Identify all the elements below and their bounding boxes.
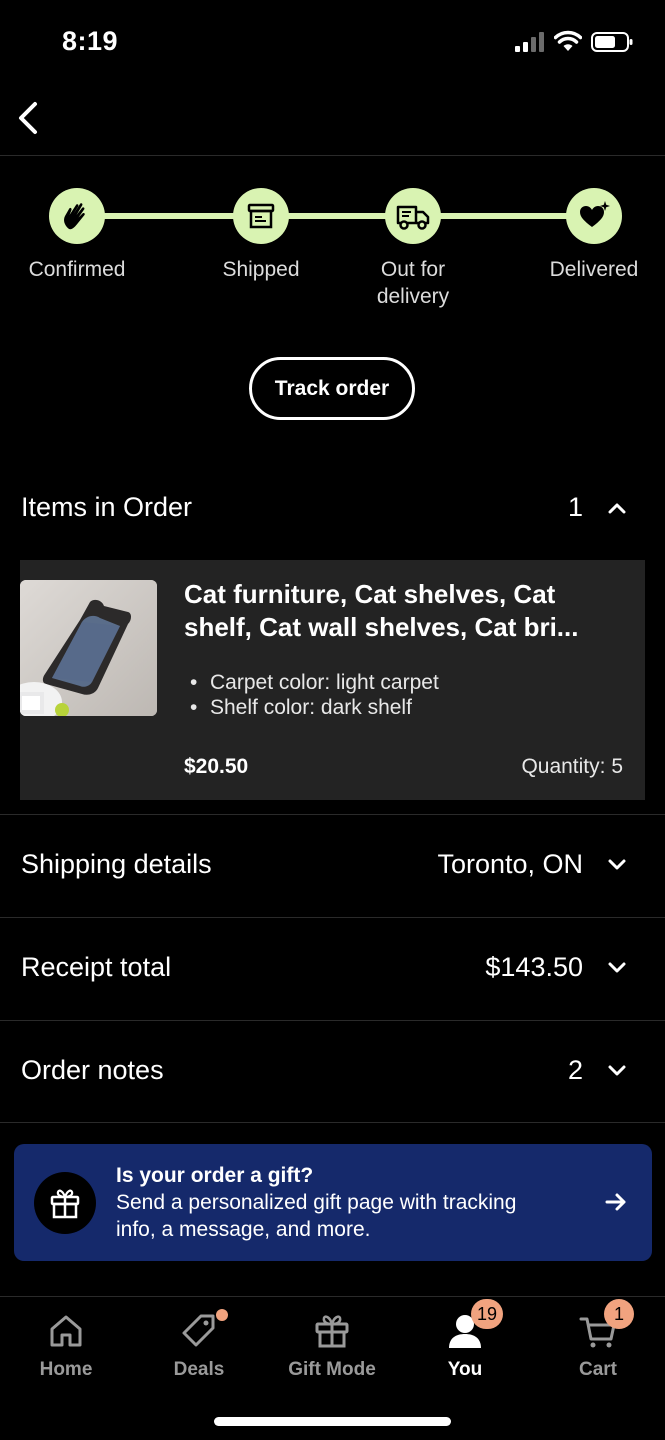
item-variations: Carpet color: light carpet Shelf color: … — [190, 670, 439, 720]
order-notes-title: Order notes — [21, 1055, 164, 1085]
chevron-left-icon — [19, 102, 37, 134]
receipt-total-value: $143.50 — [485, 952, 583, 982]
nav-label-deals: Deals — [173, 1359, 225, 1380]
nav-gift-mode[interactable]: Gift Mode — [277, 1311, 387, 1381]
item-variation: Shelf color: dark shelf — [190, 695, 439, 720]
shipping-details-title: Shipping details — [21, 849, 212, 879]
items-section-title: Items in Order — [21, 492, 193, 522]
nav-you[interactable]: 19 You — [410, 1299, 520, 1381]
nav-deals[interactable]: Deals — [144, 1309, 254, 1381]
nav-label-you: You — [447, 1359, 483, 1380]
shipping-details-value: Toronto, ON — [437, 849, 583, 879]
item-title[interactable]: Cat furniture, Cat shelves, Cat shelf, C… — [184, 578, 624, 644]
cellular-signal-icon — [515, 32, 544, 52]
step-label-confirmed: Confirmed — [28, 258, 126, 281]
items-in-order-header[interactable]: Items in Order 1 — [0, 470, 665, 550]
nav-label-cart: Cart — [578, 1359, 617, 1380]
gift-icon — [50, 1189, 80, 1219]
tracker-line — [104, 213, 236, 219]
order-tracker: Confirmed Shipped Out for delivery Deliv… — [0, 186, 665, 316]
deals-icon-wrap — [179, 1309, 228, 1351]
step-delivered — [566, 188, 622, 244]
you-icon-wrap: 19 — [445, 1299, 504, 1351]
item-price: $20.50 — [184, 755, 249, 778]
nav-label-home: Home — [39, 1359, 93, 1380]
chevron-down-icon — [608, 1065, 626, 1076]
item-quantity: Quantity: 5 — [521, 755, 623, 778]
step-label-out-for-delivery: Out for delivery — [376, 258, 450, 308]
deals-notification-dot — [216, 1309, 228, 1321]
shipping-details-row[interactable]: Shipping details Toronto, ON — [0, 814, 665, 917]
tracker-line — [440, 213, 570, 219]
chevron-down-icon — [608, 962, 626, 973]
arrow-right-icon[interactable] — [604, 1190, 628, 1214]
nav-label-gift-mode: Gift Mode — [288, 1359, 376, 1380]
chevron-down-icon — [608, 859, 626, 870]
you-badge: 19 — [471, 1299, 504, 1329]
gift-banner-text: Send a personalized gift page with track… — [116, 1191, 517, 1241]
header — [0, 88, 665, 156]
box-icon — [247, 203, 275, 229]
order-notes-row[interactable]: Order notes 2 — [0, 1020, 665, 1123]
gift-icon — [315, 1315, 349, 1348]
receipt-total-title: Receipt total — [21, 952, 172, 982]
item-variation: Carpet color: light carpet — [190, 670, 439, 695]
status-bar: 8:19 — [0, 0, 665, 88]
gift-icon-circle — [34, 1172, 96, 1234]
step-confirmed — [49, 188, 105, 244]
home-indicator — [214, 1417, 451, 1426]
step-label-shipped: Shipped — [222, 258, 300, 281]
order-item-card[interactable]: Cat furniture, Cat shelves, Cat shelf, C… — [20, 560, 645, 800]
order-notes-count: 2 — [567, 1055, 583, 1085]
track-order-button[interactable]: Track order — [249, 357, 415, 420]
items-count: 1 — [567, 492, 583, 522]
tracker-line — [288, 213, 388, 219]
back-button[interactable] — [10, 96, 46, 140]
receipt-total-row[interactable]: Receipt total $143.50 — [0, 917, 665, 1020]
step-label-delivered: Delivered — [549, 258, 639, 281]
waving-hand-icon — [64, 203, 85, 230]
item-thumbnail[interactable] — [20, 580, 157, 716]
chevron-up-icon — [608, 503, 626, 514]
nav-home[interactable]: Home — [11, 1311, 121, 1381]
gift-banner-title: Is your order a gift? — [116, 1164, 314, 1187]
heart-sparkle-icon — [580, 201, 610, 227]
battery-icon — [591, 32, 633, 52]
step-shipped — [233, 188, 289, 244]
status-time: 8:19 — [62, 26, 119, 56]
gift-banner[interactable]: Is your order a gift? Send a personalize… — [14, 1144, 652, 1261]
wifi-icon — [554, 30, 582, 51]
cart-icon-wrap: 1 — [578, 1299, 634, 1351]
step-out-for-delivery — [385, 188, 441, 244]
cat-shelf-image — [20, 580, 157, 716]
nav-cart[interactable]: 1 Cart — [543, 1299, 653, 1381]
delivery-truck-icon — [396, 205, 430, 230]
home-icon — [50, 1315, 82, 1347]
cart-badge: 1 — [604, 1299, 634, 1329]
tag-icon — [182, 1314, 215, 1347]
